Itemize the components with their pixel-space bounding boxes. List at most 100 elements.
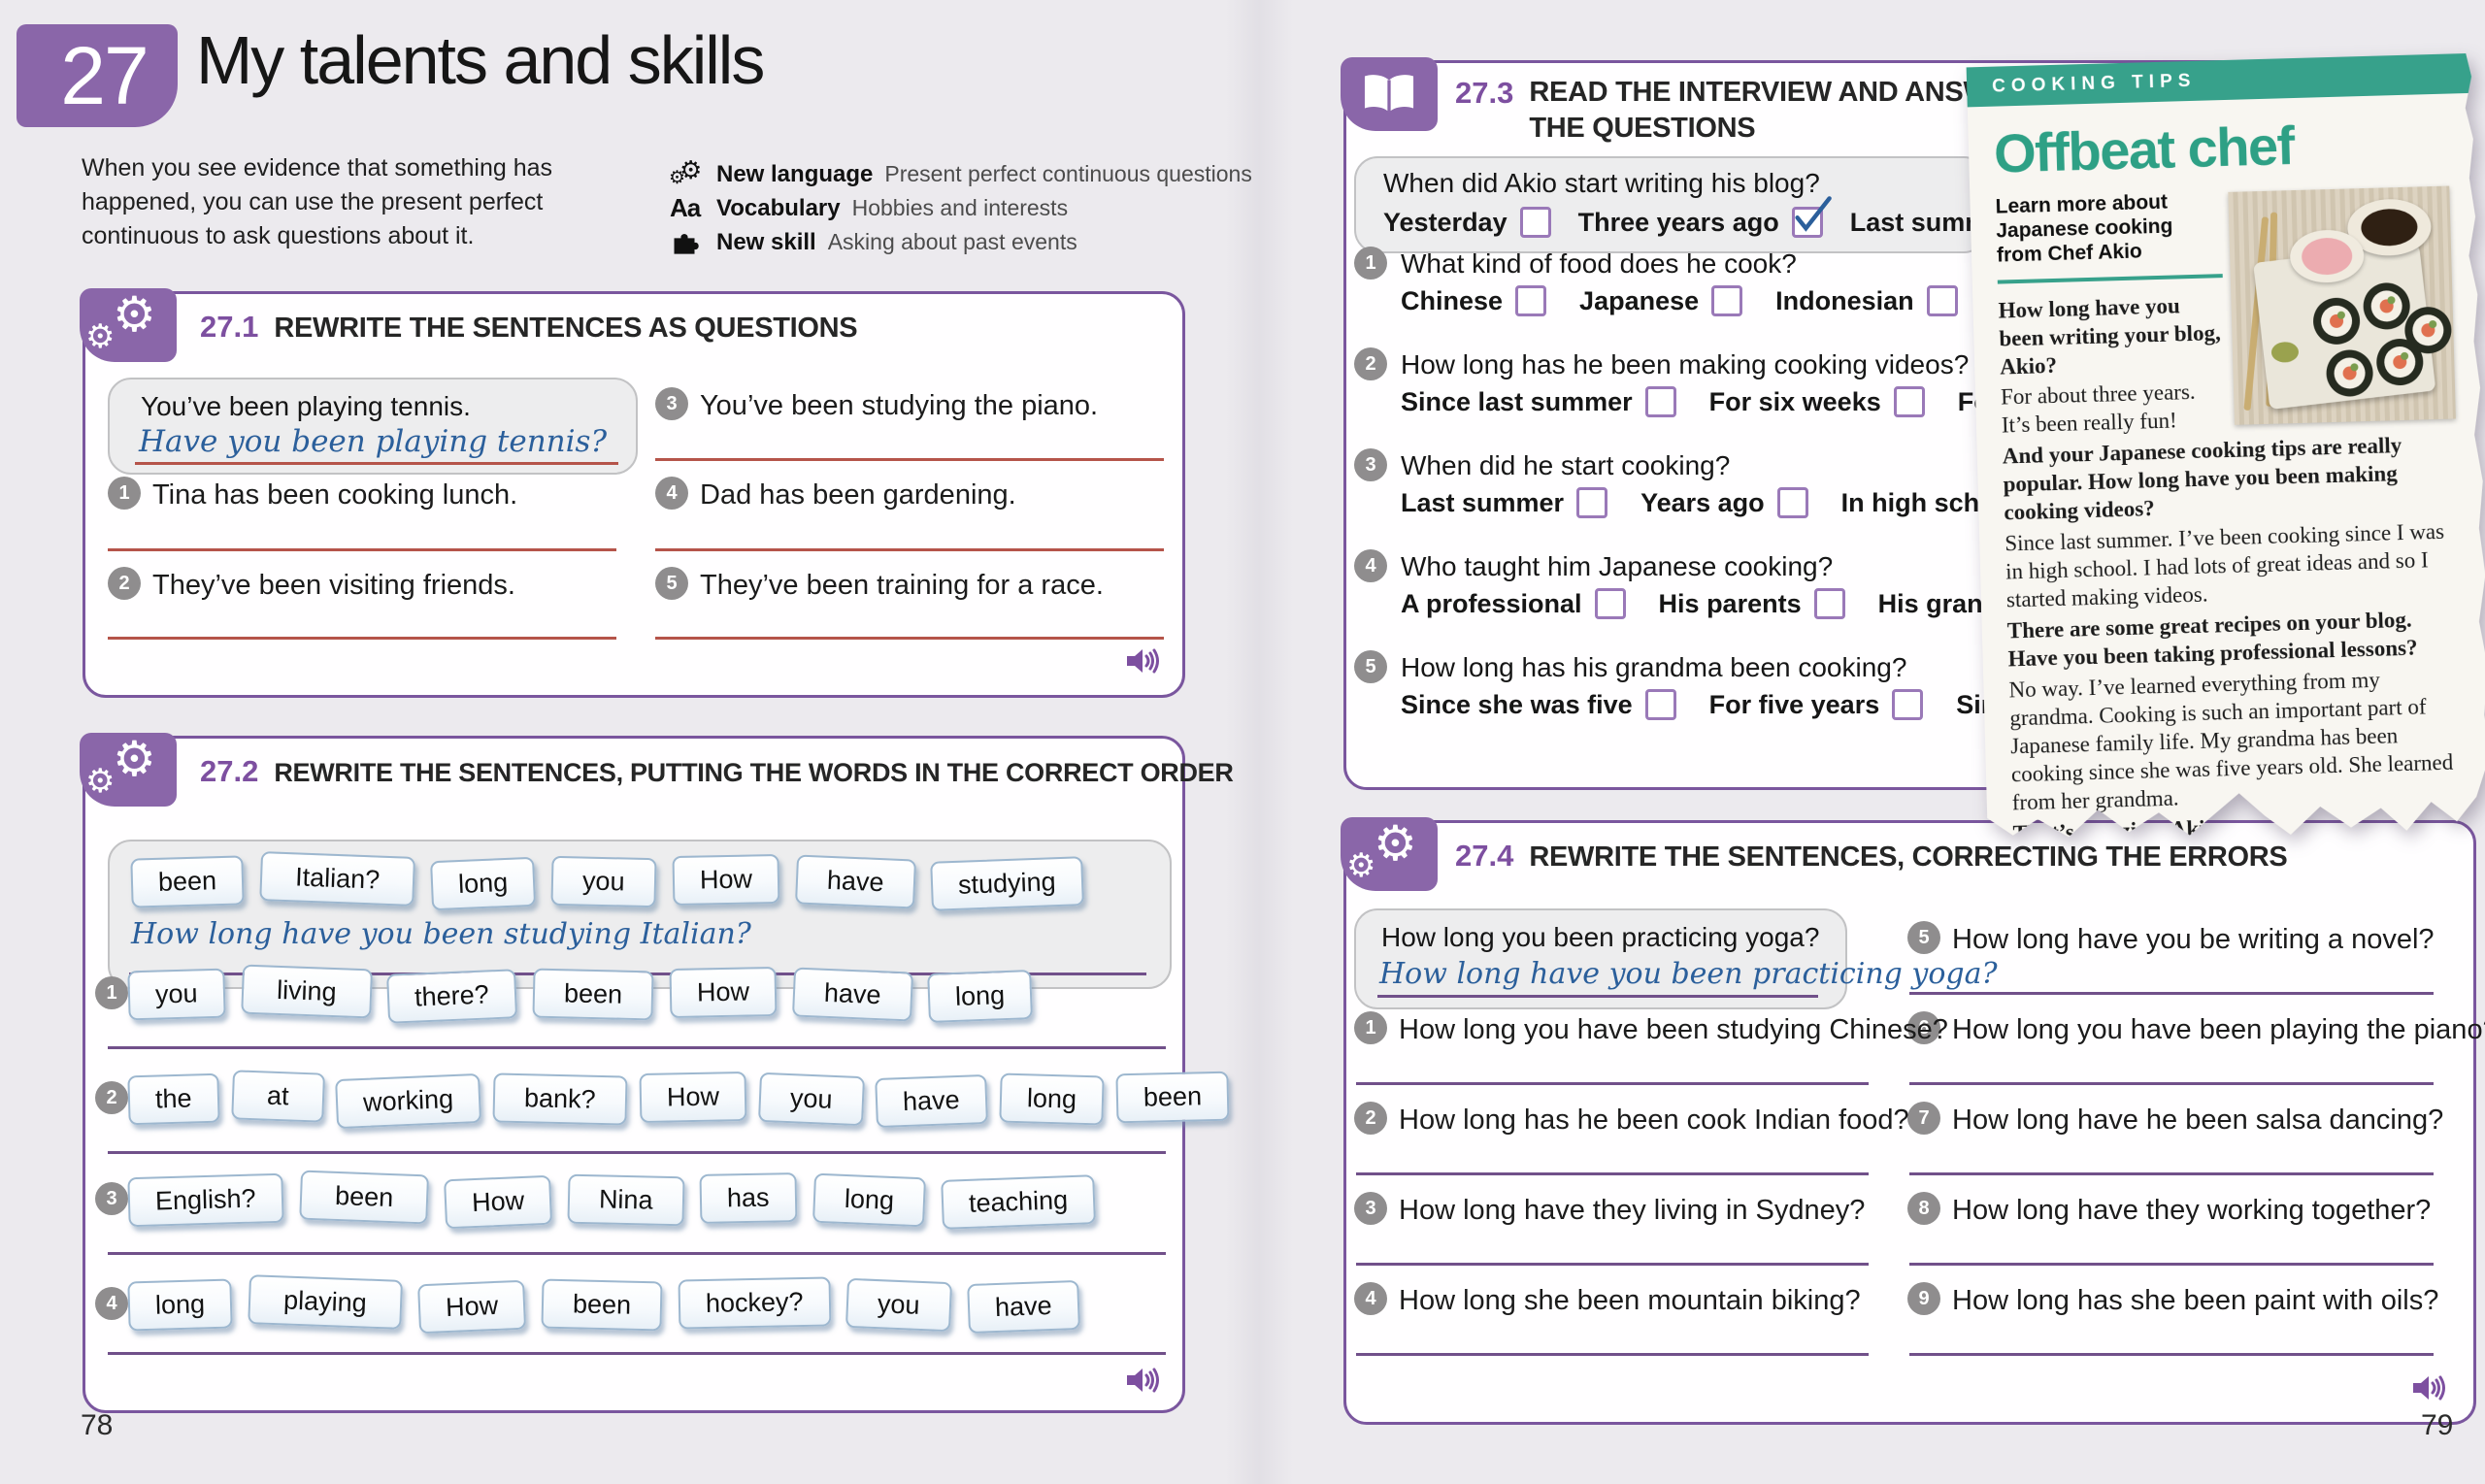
- sentence-item: How long have you be writing a novel?: [1952, 924, 2435, 956]
- answer-line: [108, 1252, 1166, 1255]
- clipping-article: Learn more about Japanese cooking from C…: [1995, 182, 2468, 880]
- interview-answer: No way. I’ve learned everything from my …: [2008, 665, 2467, 818]
- example-box: When did Akio start writing his blog? Ye…: [1354, 156, 1987, 253]
- option-label: For five years: [1709, 690, 1880, 720]
- checkbox[interactable]: [1892, 689, 1923, 720]
- answer-line: [1909, 992, 2434, 995]
- sentence-item: How long you have been playing the piano…: [1952, 1014, 2485, 1046]
- page-title: My talents and skills: [196, 21, 763, 99]
- keypoint-label: Vocabulary: [716, 195, 841, 222]
- checkbox[interactable]: [1520, 207, 1551, 238]
- checkbox[interactable]: [1595, 588, 1626, 619]
- audio-speaker-icon[interactable]: [1126, 645, 1163, 676]
- item-number-badge: 2: [1354, 1102, 1387, 1135]
- word-tile[interactable]: How: [672, 854, 779, 906]
- word-tile[interactable]: been: [1115, 1072, 1229, 1124]
- question-text: When did he start cooking?: [1401, 450, 1730, 481]
- word-tile[interactable]: teaching: [941, 1174, 1096, 1230]
- sentence-item: How long have they living in Sydney?: [1399, 1195, 1865, 1227]
- word-tile[interactable]: playing: [248, 1274, 402, 1330]
- answer-line: [1356, 1082, 1869, 1085]
- exercise-number: 27.4: [1455, 839, 1513, 874]
- interview-question: There are some great recipes on your blo…: [2006, 606, 2462, 675]
- word-tile[interactable]: the: [127, 1073, 219, 1126]
- clipping-standfirst: Learn more about Japanese cooking from C…: [1995, 188, 2224, 268]
- interview-question: And your Japanese cooking tips are reall…: [2002, 431, 2458, 528]
- item-number-badge: 4: [95, 1287, 128, 1320]
- word-tile[interactable]: you: [127, 969, 225, 1021]
- word-tile[interactable]: Nina: [567, 1174, 684, 1227]
- answer-line: [1377, 995, 1818, 998]
- word-tile[interactable]: long: [999, 1073, 1104, 1126]
- item-number-badge: 5: [1354, 650, 1387, 683]
- word-tile[interactable]: there?: [386, 969, 517, 1024]
- checkbox[interactable]: [1645, 689, 1676, 720]
- word-tile[interactable]: been: [299, 1171, 429, 1225]
- word-tile[interactable]: you: [551, 856, 657, 907]
- checkbox[interactable]: [1927, 285, 1958, 316]
- sushi-photo: [2228, 186, 2456, 425]
- teal-rule: [1998, 274, 2223, 283]
- word-tile[interactable]: long: [127, 1279, 232, 1332]
- example-prompt: You’ve been playing tennis.: [141, 391, 471, 422]
- sentence-item: They’ve been training for a race.: [700, 570, 1104, 602]
- option-label: Since she was five: [1401, 690, 1633, 720]
- item-number-badge: 2: [108, 567, 141, 600]
- audio-speaker-icon[interactable]: [1126, 1365, 1163, 1396]
- word-tile[interactable]: long: [927, 970, 1033, 1023]
- word-tile[interactable]: you: [758, 1072, 865, 1126]
- unit-number-box: 27: [17, 24, 178, 127]
- word-tile[interactable]: hockey?: [678, 1277, 831, 1330]
- word-tile[interactable]: have: [875, 1074, 987, 1128]
- keypoint-new-language: ⚙⚙ New language Present perfect continuo…: [670, 157, 1252, 191]
- word-tile[interactable]: How: [417, 1280, 526, 1335]
- word-tile[interactable]: been: [541, 1279, 662, 1332]
- word-tile[interactable]: at: [231, 1070, 324, 1122]
- option-label: Since last summer: [1401, 387, 1633, 417]
- word-tile[interactable]: How: [669, 967, 777, 1018]
- audio-speaker-icon[interactable]: [2412, 1372, 2449, 1403]
- item-number-badge: 4: [655, 477, 688, 510]
- word-tile[interactable]: bank?: [493, 1072, 628, 1125]
- word-tile[interactable]: been: [532, 969, 653, 1021]
- word-tile[interactable]: How: [444, 1175, 552, 1230]
- word-tile[interactable]: has: [700, 1172, 798, 1224]
- word-tile[interactable]: How: [639, 1072, 746, 1123]
- option-label: Yesterday: [1383, 208, 1508, 238]
- word-tile[interactable]: studying: [931, 856, 1084, 911]
- word-tile[interactable]: working: [335, 1073, 481, 1129]
- item-number-badge: 7: [1907, 1102, 1940, 1135]
- word-tiles-row: long playing How been hockey? you have: [128, 1280, 1078, 1330]
- interview-answer: For about three years. It’s been really …: [2001, 378, 2230, 440]
- word-tile[interactable]: have: [792, 967, 913, 1021]
- exercise-number: 27.2: [200, 754, 258, 789]
- checkbox[interactable]: [1777, 487, 1808, 518]
- answer-line: [1356, 1172, 1869, 1175]
- checkbox[interactable]: [1814, 588, 1845, 619]
- word-tile[interactable]: Italian?: [259, 851, 415, 907]
- answer-line: [1909, 1353, 2434, 1356]
- checkbox[interactable]: [1515, 285, 1546, 316]
- checkbox[interactable]: [1711, 285, 1742, 316]
- checkbox[interactable]: [1645, 386, 1676, 417]
- word-tile[interactable]: living: [241, 965, 372, 1019]
- word-tile[interactable]: long: [812, 1173, 926, 1228]
- word-tile[interactable]: have: [967, 1280, 1079, 1334]
- word-tile[interactable]: been: [130, 855, 244, 907]
- word-tile[interactable]: you: [845, 1278, 952, 1332]
- answer-line: [135, 462, 618, 465]
- exercise-title: REWRITE THE SENTENCES, CORRECTING THE ER…: [1529, 841, 2287, 874]
- word-tile[interactable]: long: [430, 857, 536, 910]
- question-text: How long has he been making cooking vide…: [1401, 349, 1969, 380]
- word-tile[interactable]: English?: [127, 1173, 283, 1227]
- puzzle-icon: [670, 229, 716, 256]
- item-number-badge: 5: [1907, 921, 1940, 954]
- item-number-badge: 1: [1354, 247, 1387, 280]
- word-tile[interactable]: have: [795, 854, 916, 908]
- checkbox[interactable]: [1894, 386, 1925, 417]
- sentence-item: How long she been mountain biking?: [1399, 1285, 1861, 1317]
- option-label: For six weeks: [1709, 387, 1881, 417]
- checkbox[interactable]: [1576, 487, 1607, 518]
- checkbox[interactable]: [1792, 207, 1823, 238]
- torn-paper: COOKING TIPS Offbeat chef Learn more abo…: [1967, 53, 2485, 845]
